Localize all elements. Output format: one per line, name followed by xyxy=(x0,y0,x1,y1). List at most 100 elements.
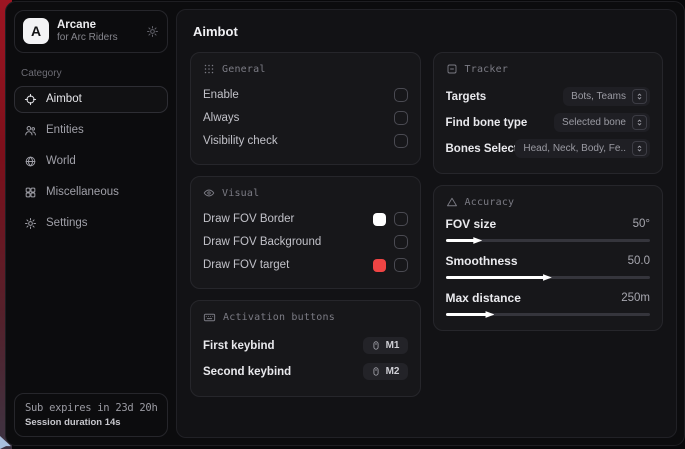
unfold-icon xyxy=(632,115,647,130)
accuracy-card: Accuracy FOV size 50° xyxy=(433,185,664,331)
fov-target-checkbox[interactable] xyxy=(394,258,408,272)
square-minus-icon xyxy=(446,63,458,75)
globe-icon xyxy=(24,155,37,168)
unfold-icon xyxy=(632,89,647,104)
setting-label: Bones Selected xyxy=(446,143,516,155)
setting-row-bones-selected: Bones Selected Head, Neck, Body, Fe.. xyxy=(446,136,651,161)
setting-label: Draw FOV Background xyxy=(203,236,394,248)
setting-row-fov-target: Draw FOV target xyxy=(203,254,408,276)
smoothness-slider[interactable] xyxy=(446,276,651,279)
slider-value: 50° xyxy=(633,218,650,230)
setting-label: Max distance xyxy=(446,291,622,305)
keybind-value: M2 xyxy=(386,366,400,377)
setting-row-first-keybind: First keybind M1 xyxy=(203,333,408,358)
setting-label: Always xyxy=(203,112,394,124)
grid-icon xyxy=(24,186,37,199)
slider-value: 250m xyxy=(621,292,650,304)
dropdown-value: Head, Neck, Body, Fe.. xyxy=(523,143,626,154)
fov-border-color-swatch[interactable] xyxy=(373,213,386,226)
sidebar-item-world[interactable]: World xyxy=(14,148,168,175)
gear-icon xyxy=(24,217,37,230)
setting-label: Visibility check xyxy=(203,135,394,147)
targets-dropdown[interactable]: Bots, Teams xyxy=(563,87,650,106)
setting-row-max-distance: Max distance 250m xyxy=(446,291,651,316)
sidebar-item-label: Aimbot xyxy=(46,93,82,105)
sidebar-item-label: Miscellaneous xyxy=(46,186,119,198)
setting-label: Targets xyxy=(446,91,564,103)
slider-value: 50.0 xyxy=(628,255,650,267)
brand-logo: A xyxy=(23,18,49,44)
sidebar-item-miscellaneous[interactable]: Miscellaneous xyxy=(14,179,168,206)
unfold-icon xyxy=(632,141,647,156)
bones-selected-dropdown[interactable]: Head, Neck, Body, Fe.. xyxy=(515,139,650,158)
fov-border-checkbox[interactable] xyxy=(394,212,408,226)
fov-size-slider[interactable] xyxy=(446,239,651,242)
users-icon xyxy=(24,124,37,137)
brand-subtitle: for Arc Riders xyxy=(57,32,118,45)
keyboard-icon xyxy=(203,311,216,324)
setting-label: Draw FOV target xyxy=(203,259,373,271)
max-distance-slider[interactable] xyxy=(446,313,651,316)
activation-card: Activation buttons First keybind M1 xyxy=(190,300,421,397)
setting-row-fov-background: Draw FOV Background xyxy=(203,231,408,253)
main-panel: Aimbot General xyxy=(176,9,677,438)
slider-fill xyxy=(446,313,491,316)
sidebar-item-settings[interactable]: Settings xyxy=(14,210,168,237)
card-title: General xyxy=(222,64,266,75)
setting-label: First keybind xyxy=(203,340,363,352)
fov-target-color-swatch[interactable] xyxy=(373,259,386,272)
setting-row-find-bone-type: Find bone type Selected bone xyxy=(446,110,651,135)
brand-card: A Arcane for Arc Riders xyxy=(14,10,168,53)
setting-row-second-keybind: Second keybind M2 xyxy=(203,359,408,384)
app-window: A Arcane for Arc Riders Category xyxy=(5,1,685,446)
setting-row-fov-size: FOV size 50° xyxy=(446,217,651,242)
keybind-value: M1 xyxy=(386,340,400,351)
first-keybind-button[interactable]: M1 xyxy=(363,337,408,354)
setting-row-visibility-check: Visibility check xyxy=(203,130,408,152)
screenshot-stage: A Arcane for Arc Riders Category xyxy=(0,0,685,449)
setting-label: Enable xyxy=(203,89,394,101)
triangle-icon xyxy=(446,196,458,208)
enable-checkbox[interactable] xyxy=(394,88,408,102)
visual-card: Visual Draw FOV Border Draw FOV Backgrou… xyxy=(190,176,421,289)
card-title: Activation buttons xyxy=(223,312,335,323)
session-duration-text: Session duration 14s xyxy=(25,417,157,428)
sidebar-item-label: Settings xyxy=(46,217,88,229)
fov-background-checkbox[interactable] xyxy=(394,235,408,249)
card-title: Tracker xyxy=(465,64,509,75)
setting-label: Draw FOV Border xyxy=(203,213,373,225)
dropdown-value: Selected bone xyxy=(562,117,626,128)
slider-thumb[interactable] xyxy=(473,236,482,245)
always-checkbox[interactable] xyxy=(394,111,408,125)
subscription-card: Sub expires in 23d 20h Session duration … xyxy=(14,393,168,437)
brand-name: Arcane xyxy=(57,18,118,32)
sidebar: A Arcane for Arc Riders Category xyxy=(6,2,176,445)
second-keybind-button[interactable]: M2 xyxy=(363,363,408,380)
slider-thumb[interactable] xyxy=(543,273,552,282)
gear-icon[interactable] xyxy=(146,25,159,38)
setting-row-always: Always xyxy=(203,107,408,129)
dropdown-value: Bots, Teams xyxy=(571,91,626,102)
visibility-check-checkbox[interactable] xyxy=(394,134,408,148)
sidebar-item-aimbot[interactable]: Aimbot xyxy=(14,86,168,113)
setting-row-smoothness: Smoothness 50.0 xyxy=(446,254,651,279)
mouse-icon xyxy=(371,340,381,351)
find-bone-type-dropdown[interactable]: Selected bone xyxy=(554,113,650,132)
setting-row-targets: Targets Bots, Teams xyxy=(446,84,651,109)
page-title: Aimbot xyxy=(193,24,663,39)
sidebar-item-entities[interactable]: Entities xyxy=(14,117,168,144)
setting-label: Second keybind xyxy=(203,366,363,378)
eye-icon xyxy=(203,187,215,199)
card-title: Accuracy xyxy=(465,197,515,208)
category-label: Category xyxy=(21,68,164,79)
slider-fill xyxy=(446,276,548,279)
slider-thumb[interactable] xyxy=(486,310,495,319)
setting-label: Find bone type xyxy=(446,117,555,129)
sidebar-item-label: World xyxy=(46,155,76,167)
crosshair-icon xyxy=(24,93,37,106)
tracker-card: Tracker Targets Bots, Teams xyxy=(433,52,664,174)
brand-text: Arcane for Arc Riders xyxy=(57,18,118,45)
general-card: General Enable Always Visibility check xyxy=(190,52,421,165)
sub-expiry-text: Sub expires in 23d 20h xyxy=(25,402,157,414)
dots-grid-icon xyxy=(203,63,215,75)
